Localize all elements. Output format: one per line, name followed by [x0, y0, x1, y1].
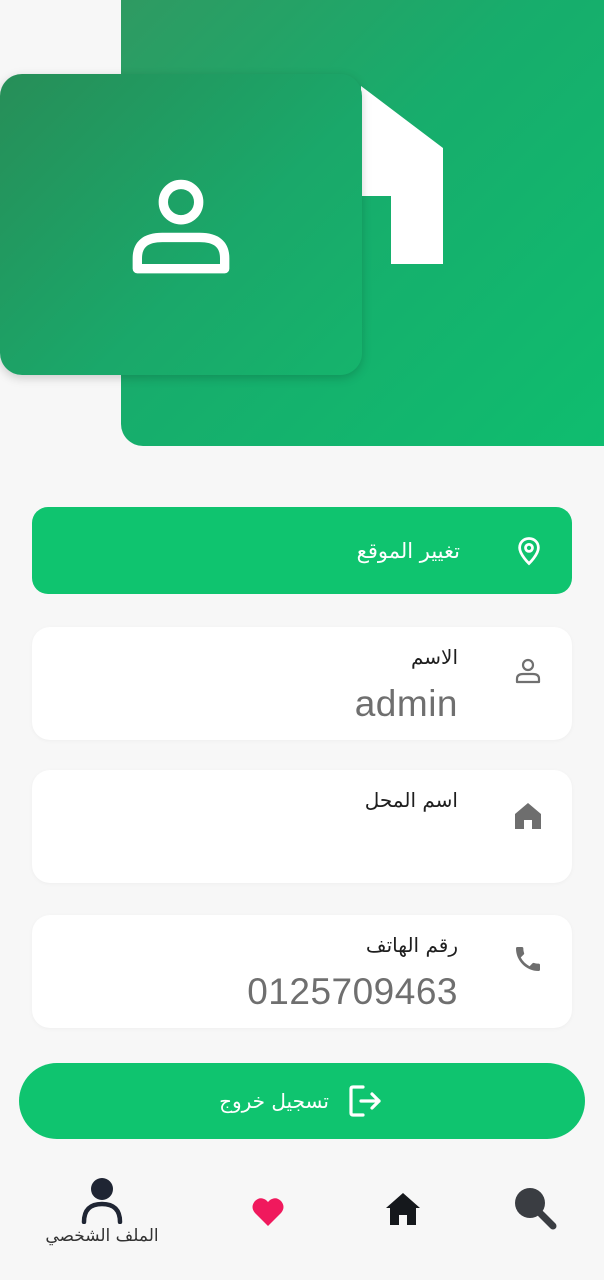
shop-name-field-card[interactable]: اسم المحل	[32, 770, 572, 883]
logout-label: تسجيل خروج	[219, 1089, 329, 1113]
phone-value: 0125709463	[247, 971, 458, 1012]
avatar	[0, 74, 362, 375]
location-pin-icon	[518, 536, 540, 565]
heart-icon	[252, 1198, 284, 1226]
person-outline-icon	[132, 179, 230, 273]
nav-home[interactable]	[384, 1190, 422, 1232]
person-outline-icon	[515, 658, 541, 684]
name-value: admin	[354, 683, 458, 724]
name-field-card[interactable]: الاسم admin	[32, 627, 572, 740]
nav-favorites[interactable]	[251, 1196, 285, 1232]
profile-screen: تغيير الموقع الاسم admin اسم المحل رقم ا…	[0, 0, 604, 1280]
nav-search[interactable]	[513, 1186, 557, 1234]
change-location-label: تغيير الموقع	[356, 538, 460, 563]
phone-icon	[516, 947, 540, 971]
logout-icon	[349, 1085, 381, 1117]
bottom-navigation: الملف الشخصي	[0, 1166, 604, 1280]
phone-field-card[interactable]: رقم الهاتف 0125709463	[32, 915, 572, 1028]
house-icon	[361, 86, 443, 264]
nav-profile-label: الملف الشخصي	[45, 1226, 159, 1246]
profile-icon	[81, 1178, 123, 1224]
name-label: الاسم	[410, 645, 458, 669]
logout-button[interactable]: تسجيل خروج	[19, 1063, 585, 1139]
store-home-icon	[515, 803, 541, 829]
change-location-button[interactable]: تغيير الموقع	[32, 507, 572, 594]
nav-profile[interactable]: الملف الشخصي	[40, 1176, 164, 1246]
shop-name-label: اسم المحل	[364, 788, 458, 812]
home-icon	[386, 1193, 420, 1225]
search-icon	[515, 1188, 557, 1230]
phone-label: رقم الهاتف	[365, 933, 458, 957]
